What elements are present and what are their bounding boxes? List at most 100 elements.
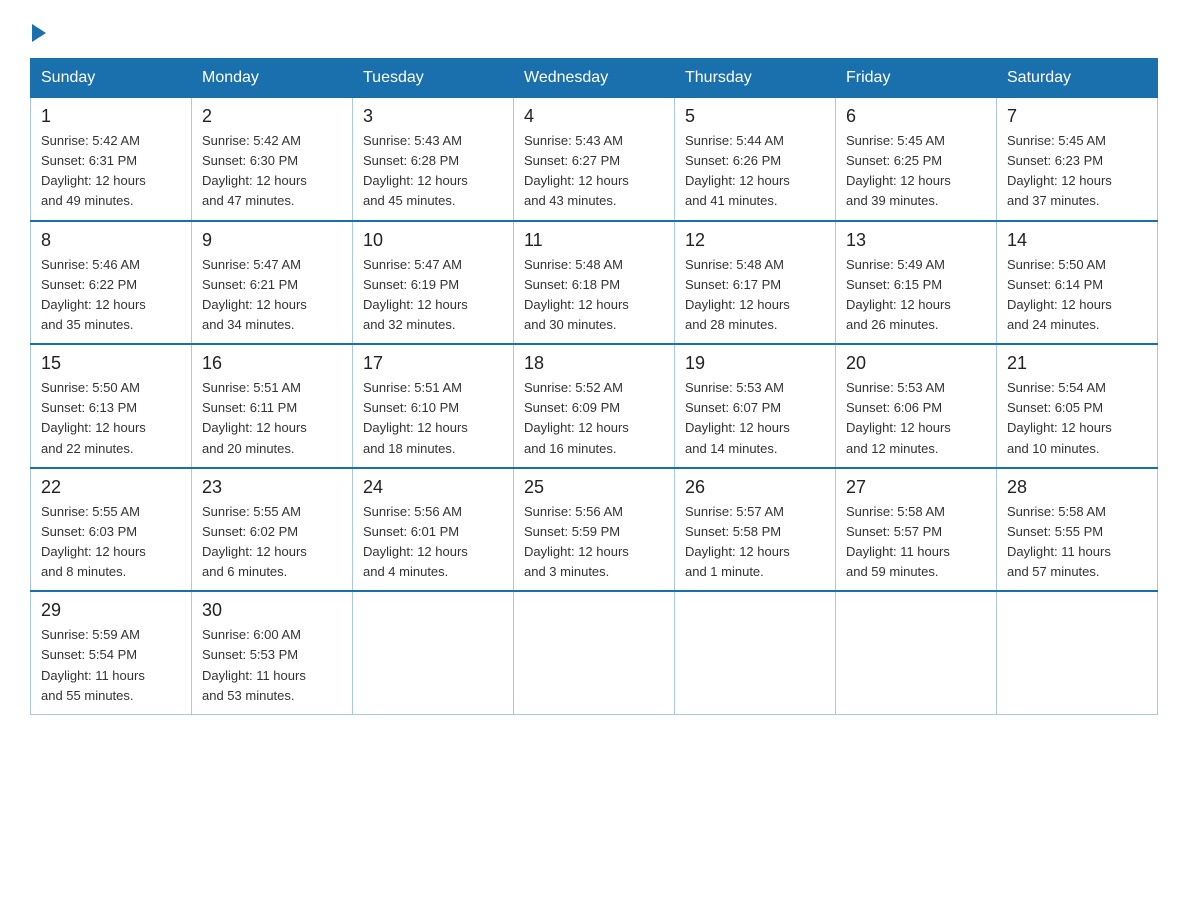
day-info: Sunrise: 5:53 AMSunset: 6:07 PMDaylight:… [685, 380, 790, 455]
day-number: 16 [202, 353, 342, 374]
calendar-day-cell: 11 Sunrise: 5:48 AMSunset: 6:18 PMDaylig… [514, 221, 675, 345]
calendar-day-cell: 24 Sunrise: 5:56 AMSunset: 6:01 PMDaylig… [353, 468, 514, 592]
day-number: 8 [41, 230, 181, 251]
day-info: Sunrise: 5:43 AMSunset: 6:28 PMDaylight:… [363, 133, 468, 208]
calendar-day-cell: 28 Sunrise: 5:58 AMSunset: 5:55 PMDaylig… [997, 468, 1158, 592]
column-header-tuesday: Tuesday [353, 59, 514, 98]
calendar-day-cell: 30 Sunrise: 6:00 AMSunset: 5:53 PMDaylig… [192, 591, 353, 714]
calendar-table: SundayMondayTuesdayWednesdayThursdayFrid… [30, 58, 1158, 715]
calendar-day-cell: 19 Sunrise: 5:53 AMSunset: 6:07 PMDaylig… [675, 344, 836, 468]
calendar-week-row: 22 Sunrise: 5:55 AMSunset: 6:03 PMDaylig… [31, 468, 1158, 592]
day-info: Sunrise: 5:59 AMSunset: 5:54 PMDaylight:… [41, 627, 145, 702]
calendar-day-cell [353, 591, 514, 714]
day-info: Sunrise: 5:48 AMSunset: 6:18 PMDaylight:… [524, 257, 629, 332]
day-number: 18 [524, 353, 664, 374]
calendar-day-cell [675, 591, 836, 714]
day-number: 20 [846, 353, 986, 374]
calendar-day-cell: 8 Sunrise: 5:46 AMSunset: 6:22 PMDayligh… [31, 221, 192, 345]
calendar-day-cell: 9 Sunrise: 5:47 AMSunset: 6:21 PMDayligh… [192, 221, 353, 345]
calendar-day-cell: 13 Sunrise: 5:49 AMSunset: 6:15 PMDaylig… [836, 221, 997, 345]
day-info: Sunrise: 5:45 AMSunset: 6:25 PMDaylight:… [846, 133, 951, 208]
day-info: Sunrise: 5:52 AMSunset: 6:09 PMDaylight:… [524, 380, 629, 455]
day-info: Sunrise: 5:49 AMSunset: 6:15 PMDaylight:… [846, 257, 951, 332]
column-header-thursday: Thursday [675, 59, 836, 98]
calendar-day-cell: 10 Sunrise: 5:47 AMSunset: 6:19 PMDaylig… [353, 221, 514, 345]
calendar-day-cell: 6 Sunrise: 5:45 AMSunset: 6:25 PMDayligh… [836, 98, 997, 221]
calendar-day-cell: 25 Sunrise: 5:56 AMSunset: 5:59 PMDaylig… [514, 468, 675, 592]
day-number: 21 [1007, 353, 1147, 374]
day-number: 15 [41, 353, 181, 374]
day-info: Sunrise: 5:51 AMSunset: 6:11 PMDaylight:… [202, 380, 307, 455]
day-number: 30 [202, 600, 342, 621]
day-number: 23 [202, 477, 342, 498]
day-number: 13 [846, 230, 986, 251]
day-info: Sunrise: 5:54 AMSunset: 6:05 PMDaylight:… [1007, 380, 1112, 455]
day-info: Sunrise: 5:56 AMSunset: 5:59 PMDaylight:… [524, 504, 629, 579]
calendar-day-cell: 21 Sunrise: 5:54 AMSunset: 6:05 PMDaylig… [997, 344, 1158, 468]
day-number: 22 [41, 477, 181, 498]
day-info: Sunrise: 5:44 AMSunset: 6:26 PMDaylight:… [685, 133, 790, 208]
day-number: 1 [41, 106, 181, 127]
day-info: Sunrise: 5:53 AMSunset: 6:06 PMDaylight:… [846, 380, 951, 455]
day-info: Sunrise: 5:42 AMSunset: 6:31 PMDaylight:… [41, 133, 146, 208]
day-info: Sunrise: 5:50 AMSunset: 6:14 PMDaylight:… [1007, 257, 1112, 332]
day-info: Sunrise: 5:48 AMSunset: 6:17 PMDaylight:… [685, 257, 790, 332]
calendar-day-cell: 4 Sunrise: 5:43 AMSunset: 6:27 PMDayligh… [514, 98, 675, 221]
day-info: Sunrise: 5:55 AMSunset: 6:03 PMDaylight:… [41, 504, 146, 579]
day-number: 27 [846, 477, 986, 498]
calendar-week-row: 29 Sunrise: 5:59 AMSunset: 5:54 PMDaylig… [31, 591, 1158, 714]
calendar-day-cell: 22 Sunrise: 5:55 AMSunset: 6:03 PMDaylig… [31, 468, 192, 592]
calendar-day-cell [836, 591, 997, 714]
day-number: 10 [363, 230, 503, 251]
day-number: 17 [363, 353, 503, 374]
calendar-day-cell: 12 Sunrise: 5:48 AMSunset: 6:17 PMDaylig… [675, 221, 836, 345]
calendar-day-cell: 2 Sunrise: 5:42 AMSunset: 6:30 PMDayligh… [192, 98, 353, 221]
day-number: 26 [685, 477, 825, 498]
day-info: Sunrise: 5:50 AMSunset: 6:13 PMDaylight:… [41, 380, 146, 455]
day-number: 25 [524, 477, 664, 498]
calendar-day-cell: 18 Sunrise: 5:52 AMSunset: 6:09 PMDaylig… [514, 344, 675, 468]
calendar-week-row: 15 Sunrise: 5:50 AMSunset: 6:13 PMDaylig… [31, 344, 1158, 468]
day-info: Sunrise: 6:00 AMSunset: 5:53 PMDaylight:… [202, 627, 306, 702]
column-header-sunday: Sunday [31, 59, 192, 98]
calendar-day-cell: 15 Sunrise: 5:50 AMSunset: 6:13 PMDaylig… [31, 344, 192, 468]
calendar-day-cell: 20 Sunrise: 5:53 AMSunset: 6:06 PMDaylig… [836, 344, 997, 468]
day-number: 11 [524, 230, 664, 251]
day-number: 3 [363, 106, 503, 127]
calendar-day-cell: 14 Sunrise: 5:50 AMSunset: 6:14 PMDaylig… [997, 221, 1158, 345]
day-number: 4 [524, 106, 664, 127]
day-number: 2 [202, 106, 342, 127]
day-info: Sunrise: 5:57 AMSunset: 5:58 PMDaylight:… [685, 504, 790, 579]
day-number: 5 [685, 106, 825, 127]
day-info: Sunrise: 5:51 AMSunset: 6:10 PMDaylight:… [363, 380, 468, 455]
day-number: 19 [685, 353, 825, 374]
logo-arrow-icon [32, 24, 46, 42]
day-number: 7 [1007, 106, 1147, 127]
day-info: Sunrise: 5:43 AMSunset: 6:27 PMDaylight:… [524, 133, 629, 208]
day-number: 29 [41, 600, 181, 621]
day-info: Sunrise: 5:58 AMSunset: 5:55 PMDaylight:… [1007, 504, 1111, 579]
day-info: Sunrise: 5:46 AMSunset: 6:22 PMDaylight:… [41, 257, 146, 332]
day-info: Sunrise: 5:47 AMSunset: 6:19 PMDaylight:… [363, 257, 468, 332]
day-number: 24 [363, 477, 503, 498]
day-info: Sunrise: 5:55 AMSunset: 6:02 PMDaylight:… [202, 504, 307, 579]
calendar-week-row: 8 Sunrise: 5:46 AMSunset: 6:22 PMDayligh… [31, 221, 1158, 345]
calendar-day-cell [514, 591, 675, 714]
column-header-monday: Monday [192, 59, 353, 98]
column-header-wednesday: Wednesday [514, 59, 675, 98]
day-number: 14 [1007, 230, 1147, 251]
calendar-day-cell: 5 Sunrise: 5:44 AMSunset: 6:26 PMDayligh… [675, 98, 836, 221]
calendar-day-cell: 1 Sunrise: 5:42 AMSunset: 6:31 PMDayligh… [31, 98, 192, 221]
calendar-day-cell: 26 Sunrise: 5:57 AMSunset: 5:58 PMDaylig… [675, 468, 836, 592]
calendar-day-cell: 17 Sunrise: 5:51 AMSunset: 6:10 PMDaylig… [353, 344, 514, 468]
calendar-day-cell: 3 Sunrise: 5:43 AMSunset: 6:28 PMDayligh… [353, 98, 514, 221]
day-number: 6 [846, 106, 986, 127]
day-info: Sunrise: 5:58 AMSunset: 5:57 PMDaylight:… [846, 504, 950, 579]
day-headers-row: SundayMondayTuesdayWednesdayThursdayFrid… [31, 59, 1158, 98]
calendar-day-cell: 16 Sunrise: 5:51 AMSunset: 6:11 PMDaylig… [192, 344, 353, 468]
day-info: Sunrise: 5:42 AMSunset: 6:30 PMDaylight:… [202, 133, 307, 208]
calendar-day-cell: 27 Sunrise: 5:58 AMSunset: 5:57 PMDaylig… [836, 468, 997, 592]
day-info: Sunrise: 5:47 AMSunset: 6:21 PMDaylight:… [202, 257, 307, 332]
calendar-day-cell: 23 Sunrise: 5:55 AMSunset: 6:02 PMDaylig… [192, 468, 353, 592]
calendar-day-cell [997, 591, 1158, 714]
